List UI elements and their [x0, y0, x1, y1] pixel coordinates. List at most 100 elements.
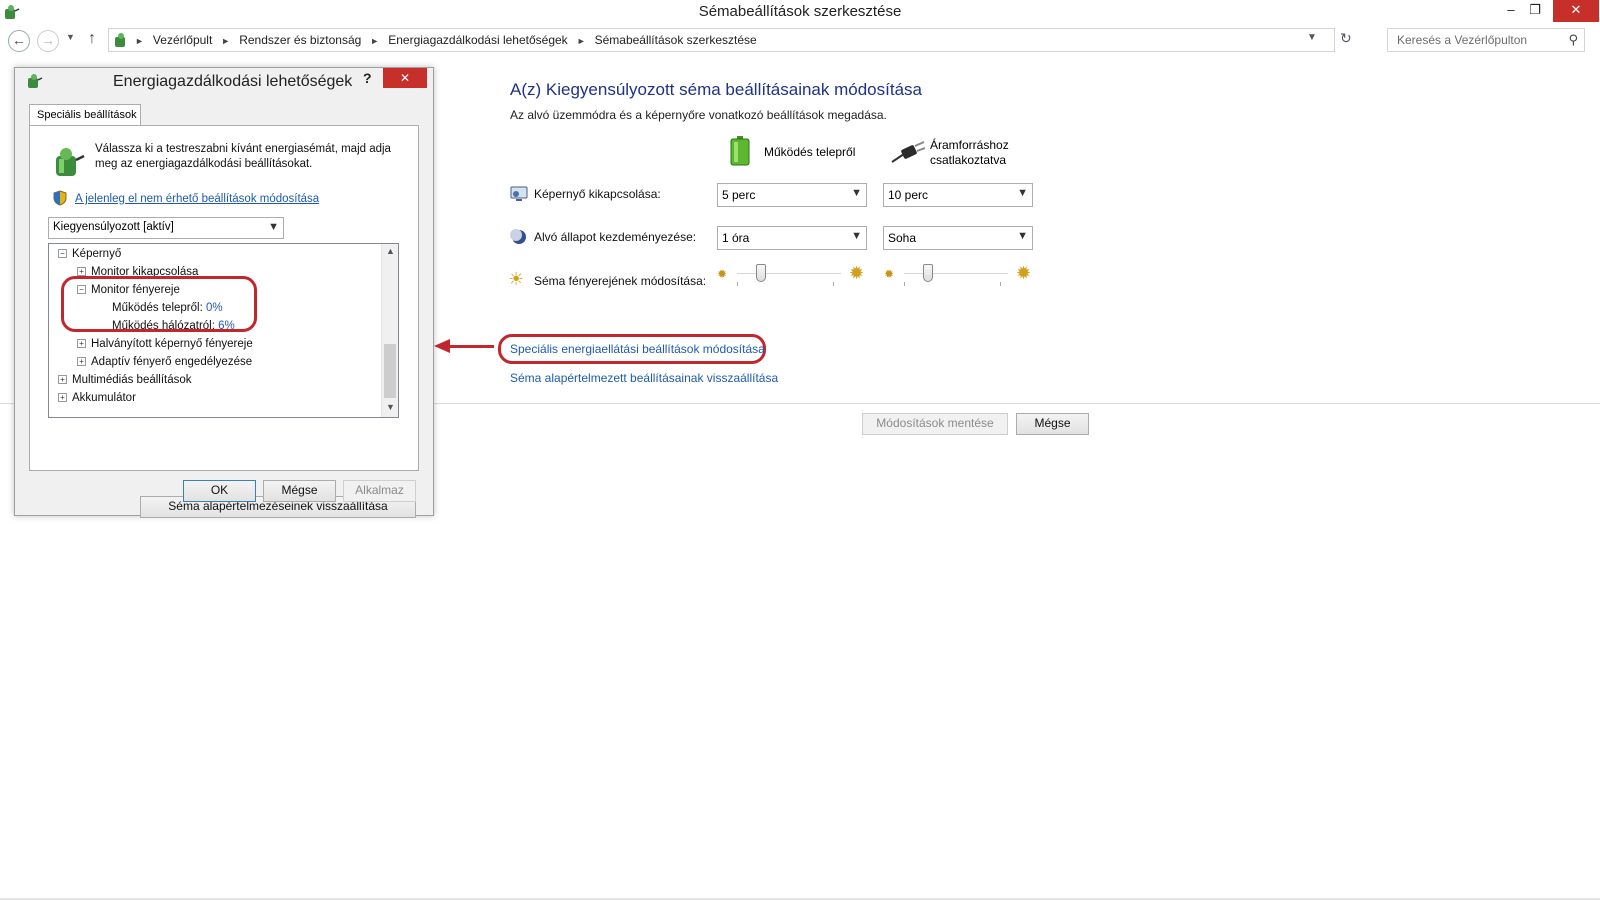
dialog-title: Energiagazdálkodási lehetőségek: [113, 73, 353, 90]
chevron-down-icon: ▼: [268, 221, 279, 233]
scroll-thumb[interactable]: [384, 344, 396, 398]
sleep-plugged-select[interactable]: Soha ▼: [883, 226, 1033, 250]
arrow-up-icon: ↑: [88, 30, 96, 47]
forward-button[interactable]: →: [37, 30, 59, 52]
dialog-close-button[interactable]: ✕: [383, 68, 427, 88]
arrow-right-icon: →: [41, 32, 55, 48]
battery-icon: [730, 136, 750, 166]
sleep-label: Alvó állapot kezdeményezése:: [534, 230, 697, 244]
select-value: Kiegyensúlyozott [aktív]: [53, 221, 174, 233]
brightness-battery-slider[interactable]: [737, 264, 841, 288]
tree-item-label: Multimédiás beállítások: [72, 374, 192, 386]
expand-icon[interactable]: +: [77, 339, 86, 348]
slider-thumb[interactable]: [923, 264, 933, 282]
tree-item-label: Képernyő: [72, 248, 122, 260]
up-button[interactable]: ↑: [88, 30, 96, 48]
title-bar: Sémabeállítások szerkesztése ‒ ❐ ✕: [0, 0, 1600, 24]
arrow-left-icon: ←: [12, 32, 26, 48]
tree-item-label: Adaptív fényerő engedélyezése: [91, 356, 253, 368]
chevron-down-icon: ▼: [851, 230, 862, 242]
annotation-highlight: [61, 276, 257, 332]
ok-button[interactable]: OK: [183, 480, 256, 502]
breadcrumb: ► Vezérlőpult ► Rendszer és biztonság ► Energ…: [135, 33, 757, 47]
tree-item-label: Akkumulátor: [72, 392, 136, 404]
restore-defaults-link[interactable]: Séma alapértelmezett beállításainak viss…: [510, 371, 778, 385]
scroll-down-icon[interactable]: ▼: [386, 402, 395, 412]
breadcrumb-item[interactable]: Rendszer és biztonság: [239, 33, 361, 47]
collapse-icon[interactable]: −: [58, 249, 67, 258]
select-value: Soha: [888, 231, 917, 245]
control-panel-icon: [115, 33, 125, 47]
navigation-bar: ← → ▼ ↑ ► Vezérlőpult ► Rendszer és biztons…: [0, 26, 1600, 56]
search-icon[interactable]: ⚲: [1568, 32, 1578, 48]
refresh-button[interactable]: ↻: [1340, 30, 1352, 47]
display-off-label: Képernyő kikapcsolása:: [534, 187, 661, 201]
change-unavailable-settings-link[interactable]: A jelenleg el nem érhető beállítások mód…: [75, 193, 319, 205]
brightness-high-icon: ✹: [849, 263, 865, 283]
select-value: 10 perc: [888, 188, 929, 202]
expand-icon[interactable]: +: [58, 375, 67, 384]
tree-item[interactable]: + Multimédiás beállítások: [58, 374, 192, 386]
tree-item[interactable]: − Képernyő: [58, 248, 121, 260]
expand-icon[interactable]: +: [58, 393, 67, 402]
tab-advanced-settings[interactable]: Speciális beállítások: [29, 104, 141, 126]
tree-item[interactable]: + Halványított képernyő fényereje: [77, 338, 253, 350]
maximize-button[interactable]: ❐: [1524, 0, 1546, 22]
chevron-down-icon: ▼: [66, 32, 75, 42]
breadcrumb-separator-icon: ►: [135, 36, 144, 46]
close-button[interactable]: ✕: [1553, 0, 1599, 22]
breadcrumb-separator-icon: ►: [370, 36, 380, 46]
display-off-plugged-select[interactable]: 10 perc ▼: [883, 183, 1033, 207]
breadcrumb-separator-icon: ►: [576, 36, 586, 46]
page-subtitle: Az alvó üzemmódra és a képernyőre vonatk…: [510, 108, 887, 122]
back-button[interactable]: ←: [8, 30, 30, 52]
slider-thumb[interactable]: [756, 264, 766, 282]
address-bar[interactable]: ► Vezérlőpult ► Rendszer és biztonság ► Energ…: [108, 28, 1335, 52]
annotation-arrow-head: [434, 339, 450, 353]
display-off-battery-select[interactable]: 5 perc ▼: [717, 183, 867, 207]
power-plan-select[interactable]: Kiegyensúlyozott [aktív] ▼: [48, 217, 284, 239]
slider-track: [737, 273, 841, 275]
chevron-down-icon: ▼: [1017, 230, 1028, 242]
annotation-arrow: [446, 345, 494, 348]
expand-icon[interactable]: +: [77, 357, 86, 366]
breadcrumb-item[interactable]: Sémabeállítások szerkesztése: [595, 33, 757, 47]
cancel-button[interactable]: Mégse: [1016, 413, 1089, 435]
select-value: 1 óra: [722, 231, 750, 245]
tree-item[interactable]: + Adaptív fényerő engedélyezése: [77, 356, 252, 368]
address-dropdown-button[interactable]: ▼: [1307, 32, 1317, 43]
search-input[interactable]: [1389, 30, 1559, 50]
brightness-low-icon: ✹: [717, 267, 728, 281]
slider-track: [904, 273, 1008, 275]
brightness-plugged-slider[interactable]: [904, 264, 1008, 288]
minimize-button[interactable]: ‒: [1500, 0, 1522, 22]
tree-scrollbar[interactable]: ▲ ▼: [381, 244, 398, 417]
save-changes-button[interactable]: Módosítások mentése: [862, 413, 1008, 435]
advanced-settings-link[interactable]: Speciális energiaellátási beállítások mó…: [510, 342, 765, 356]
chevron-down-icon: ▼: [851, 187, 862, 199]
dialog-cancel-button[interactable]: Mégse: [263, 480, 336, 502]
select-value: 5 perc: [722, 188, 756, 202]
sleep-battery-select[interactable]: 1 óra ▼: [717, 226, 867, 250]
refresh-icon: ↻: [1340, 30, 1352, 46]
display-off-icon: [510, 186, 528, 201]
slider-tick: [904, 282, 905, 286]
recent-locations-button[interactable]: ▼: [66, 32, 75, 42]
scroll-up-icon[interactable]: ▲: [386, 246, 395, 256]
expand-icon[interactable]: +: [77, 267, 86, 276]
page-title: A(z) Kiegyensúlyozott séma beállításaina…: [510, 80, 922, 99]
breadcrumb-separator-icon: ►: [221, 36, 231, 46]
tree-item-label: Halványított képernyő fényereje: [91, 338, 253, 350]
breadcrumb-item[interactable]: Energiagazdálkodási lehetőségek: [388, 33, 567, 47]
search-box[interactable]: ⚲: [1387, 28, 1585, 52]
brightness-label: Séma fényerejének módosítása:: [534, 274, 707, 288]
breadcrumb-item[interactable]: Vezérlőpult: [153, 33, 212, 47]
apply-button[interactable]: Alkalmaz: [343, 480, 416, 502]
tree-item[interactable]: + Akkumulátor: [58, 392, 136, 404]
plugged-label-line: csatlakoztatva: [930, 153, 1007, 167]
help-button[interactable]: ?: [363, 70, 372, 86]
uac-shield-icon: [53, 190, 67, 206]
window-title: Sémabeállítások szerkesztése: [698, 3, 902, 20]
power-options-icon: [28, 74, 43, 88]
brightness-low-icon: ✹: [884, 267, 895, 281]
